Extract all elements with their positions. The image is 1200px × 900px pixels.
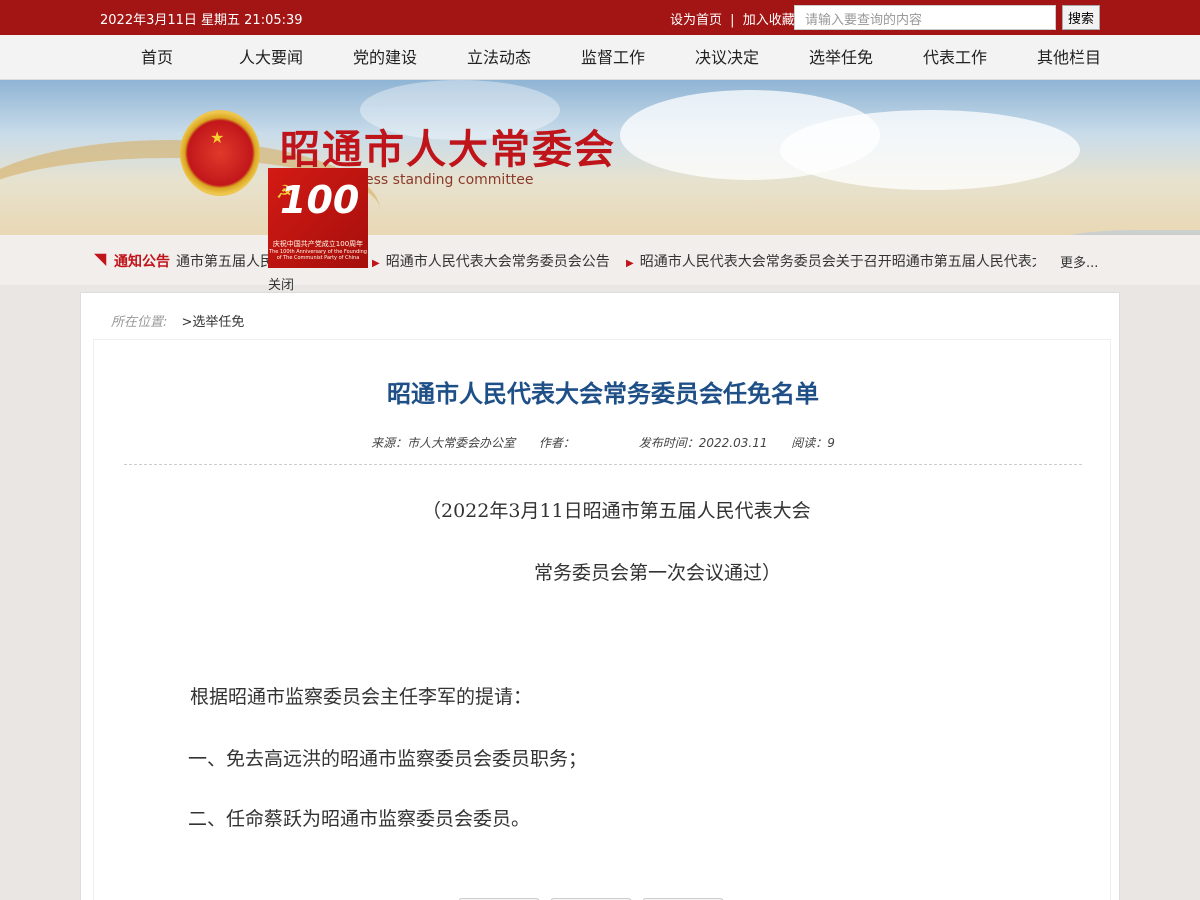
content-panel: 所在位置: >选举任免 昭通市人民代表大会常务委员会任免名单 来源：市人大常委会… [80, 292, 1120, 900]
article-paragraph: 一、免去高远洪的昭通市监察委员会委员职务； [188, 748, 588, 770]
nav-item-deputies[interactable]: 代表工作 [898, 35, 1012, 80]
nav-item-party[interactable]: 党的建设 [328, 35, 442, 80]
article-paragraph: （2022年3月11日昭通市第五届人民代表大会 [422, 500, 811, 522]
notice-label: 通知公告 [114, 254, 170, 270]
ad-caption: 庆祝中国共产党成立100周年 The 100th Anniversary of … [268, 240, 368, 261]
star-icon: ★ [210, 128, 225, 147]
article-source: 来源：市人大常委会办公室 [371, 436, 516, 450]
divider [124, 464, 1082, 465]
bookmark-link[interactable]: 加入收藏 [743, 13, 795, 28]
article-container: 昭通市人民代表大会常务委员会任免名单 来源：市人大常委会办公室 作者： 发布时间… [93, 339, 1111, 900]
nav-item-elections[interactable]: 选举任免 [784, 35, 898, 80]
nav-item-news[interactable]: 人大要闻 [214, 35, 328, 80]
link-separator: | [730, 13, 735, 28]
breadcrumb-prefix: 所在位置: [111, 315, 168, 330]
search-button[interactable]: 搜索 [1062, 5, 1100, 30]
notice-item[interactable]: 通市第五届人民 [176, 251, 274, 271]
rss-icon: ◥ [94, 249, 107, 268]
centenary-float-ad[interactable]: ☭ 100 庆祝中国共产党成立100周年 The 100th Anniversa… [268, 168, 368, 268]
article-author: 作者： [538, 436, 575, 450]
notice-item[interactable]: ▶ 昭通市人民代表大会常务委员会公告 [372, 251, 610, 271]
ad-caption-en: The 100th Anniversary of the Founding of… [269, 249, 367, 261]
article-published: 发布时间：2022.03.11 [638, 436, 768, 450]
ad-number: 100 [280, 178, 360, 222]
site-title: 昭通市人大常委会 [280, 126, 616, 173]
top-links: 设为首页 | 加入收藏 [670, 9, 795, 28]
article-title: 昭通市人民代表大会常务委员会任免名单 [387, 380, 819, 408]
article-paragraph: 根据昭通市监察委员会主任李军的提请： [190, 686, 533, 708]
national-emblem-icon: ★ [180, 110, 260, 196]
notice-item-text: 昭通市人民代表大会常务委员会公告 [385, 254, 610, 270]
search-input[interactable]: 请输入要查询的内容 [794, 5, 1056, 30]
arrow-right-icon: ▶ [626, 258, 634, 269]
nav-item-other[interactable]: 其他栏目 [1012, 35, 1126, 80]
breadcrumb-current[interactable]: >选举任免 [182, 315, 245, 330]
ad-caption-cn: 庆祝中国共产党成立100周年 [272, 240, 364, 248]
nav-item-resolutions[interactable]: 决议决定 [670, 35, 784, 80]
article-meta: 来源：市人大常委会办公室 作者： 发布时间：2022.03.11 阅读：9 [94, 434, 1112, 451]
article-views: 阅读：9 [791, 436, 835, 450]
notice-item-text: 昭通市人民代表大会常务委员会关于召开昭通市第五届人民代表大 [639, 254, 1036, 270]
breadcrumb: 所在位置: >选举任免 [111, 311, 244, 330]
notice-more-link[interactable]: 更多... [1060, 252, 1098, 271]
set-home-link[interactable]: 设为首页 [670, 13, 722, 28]
nav-item-home[interactable]: 首页 [100, 35, 214, 80]
ad-close-button[interactable]: 关闭 [268, 274, 294, 293]
nav-item-legislation[interactable]: 立法动态 [442, 35, 556, 80]
notice-bar: ◥ 通知公告 通市第五届人民 ▶ 昭通市人民代表大会常务委员会公告 ▶ 昭通市人民代… [0, 235, 1200, 285]
article-paragraph: 二、任命蔡跃为昭通市监察委员会委员。 [188, 808, 531, 830]
nav-item-supervision[interactable]: 监督工作 [556, 35, 670, 80]
current-datetime: 2022年3月11日 星期五 21:05:39 [100, 13, 303, 28]
article-paragraph: 常务委员会第一次会议通过） [534, 562, 782, 584]
cloud-decoration [780, 110, 1080, 190]
notice-item[interactable]: ▶ 昭通市人民代表大会常务委员会关于召开昭通市第五届人民代表大 [626, 251, 1036, 271]
notice-item-text: 通市第五届人民 [176, 254, 274, 270]
arrow-right-icon: ▶ [372, 258, 380, 269]
main-nav: 首页 人大要闻 党的建设 立法动态 监督工作 决议决定 选举任免 代表工作 其他… [0, 35, 1200, 80]
